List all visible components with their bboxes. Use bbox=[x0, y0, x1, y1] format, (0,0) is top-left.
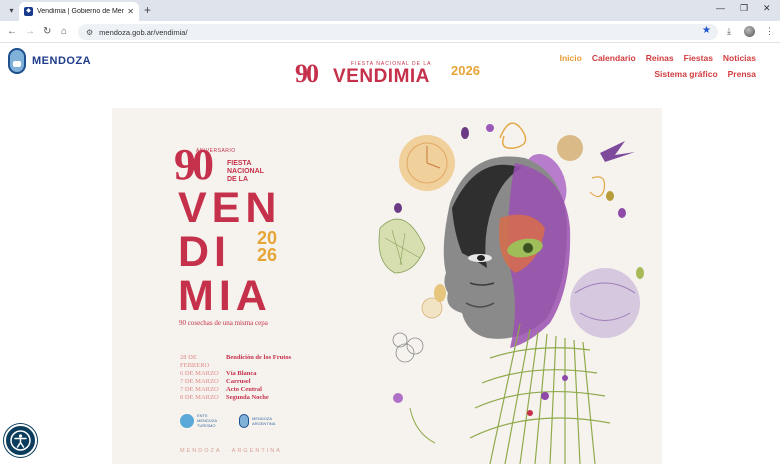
nav-link-calendario[interactable]: Calendario bbox=[592, 53, 636, 63]
event-name: Vía Blanca bbox=[226, 370, 257, 377]
browser-toolbar: ← → ↻ ⌂ ⚙ mendoza.gob.ar/vendimia/ ★ ⤓ ⋮ bbox=[0, 21, 780, 43]
poster-logos: ENTE MENDOZA TURISMO MENDOZA ARGENTINA bbox=[180, 413, 282, 428]
nav-link-fiestas[interactable]: Fiestas bbox=[684, 53, 713, 63]
favicon-icon: ◆ bbox=[24, 7, 33, 16]
vendimia-header-logo[interactable]: 90 FIESTA NACIONAL DE LA VENDIMIA 2026 bbox=[295, 57, 485, 91]
nav-link-inicio[interactable]: Inicio bbox=[560, 53, 582, 63]
download-icon[interactable]: ⤓ bbox=[727, 26, 731, 37]
nav-link-sistema-grafico[interactable]: Sistema gráfico bbox=[654, 69, 717, 79]
mendoza-shield-small-icon bbox=[239, 413, 249, 428]
event-item: 8 DE MARZO Segunda Noche bbox=[180, 394, 291, 402]
event-date: 7 DE MARZO bbox=[180, 378, 219, 385]
event-item: 7 DE MARZO Acto Central bbox=[180, 386, 291, 394]
vendimia-illustration bbox=[378, 122, 644, 464]
header-logo-year: 2026 bbox=[451, 63, 480, 78]
event-name: Acto Central bbox=[226, 386, 262, 393]
mendoza-gov-logo-text: MENDOZA ARGENTINA bbox=[252, 415, 276, 426]
nav-link-prensa[interactable]: Prensa bbox=[728, 69, 756, 79]
tab-vendimia[interactable]: ◆ Vendimia | Gobierno de Mendoza ✕ bbox=[19, 2, 139, 21]
header-logo-number: 90 bbox=[295, 59, 319, 88]
event-item: 7 DE MARZO Carrusel bbox=[180, 378, 291, 386]
poster-big-line: DI bbox=[178, 228, 231, 276]
address-bar[interactable]: ⚙ mendoza.gob.ar/vendimia/ ★ bbox=[78, 24, 718, 40]
site-info-icon[interactable]: ⚙ bbox=[86, 28, 93, 37]
new-tab-icon[interactable]: + bbox=[144, 3, 151, 17]
event-date: 28 DE FEBRERO bbox=[180, 354, 210, 369]
vendimia-poster: 90 ANIVERSARIO FIESTA NACIONAL DE LA VEN DI… bbox=[112, 108, 662, 464]
header-logo-word: VENDIMIA bbox=[333, 66, 430, 87]
nav-row-2: Sistema gráfico Prensa bbox=[556, 69, 756, 79]
poster-tagline: 90 cosechas de una misma cepa bbox=[179, 319, 268, 327]
turismo-logo-text: ENTE MENDOZA TURISMO bbox=[197, 413, 217, 428]
profile-avatar[interactable] bbox=[744, 26, 755, 37]
poster-fiesta-label: FIESTA NACIONAL DE LA bbox=[227, 160, 287, 184]
url-text: mendoza.gob.ar/vendimia/ bbox=[99, 27, 188, 37]
event-name: Bendición de los Frutos bbox=[226, 354, 292, 361]
nav-row-1: Inicio Calendario Reinas Fiestas Noticias bbox=[556, 53, 756, 63]
poster-fiesta-line: DE LA bbox=[227, 176, 248, 183]
event-name: Carrusel bbox=[226, 378, 251, 385]
poster-fiesta-line: FIESTA bbox=[227, 160, 252, 167]
turismo-logo: ENTE MENDOZA TURISMO bbox=[180, 413, 227, 428]
event-date: 6 DE MARZO bbox=[180, 370, 219, 377]
mendoza-logo-text: MENDOZA bbox=[32, 55, 92, 67]
event-item: 6 DE MARZO Vía Blanca bbox=[180, 370, 291, 378]
event-item: 28 DE FEBRERO Bendición de los Frutos bbox=[180, 354, 291, 370]
turismo-logo-icon bbox=[180, 413, 194, 428]
bookmark-star-icon[interactable]: ★ bbox=[702, 25, 711, 36]
poster-footer: MENDOZA · ARGENTINA bbox=[180, 448, 282, 454]
tab-search-icon[interactable]: ▾ bbox=[5, 4, 18, 17]
event-date: 8 DE MARZO bbox=[180, 394, 219, 401]
reload-icon[interactable]: ↻ bbox=[43, 26, 51, 38]
minimize-icon[interactable]: — bbox=[716, 3, 725, 13]
poster-aniversario: ANIVERSARIO bbox=[196, 148, 236, 154]
poster-fiesta-line: NACIONAL bbox=[227, 168, 264, 175]
window-close-icon[interactable]: ✕ bbox=[763, 3, 771, 14]
mendoza-shield-icon bbox=[8, 48, 26, 74]
main-nav: Inicio Calendario Reinas Fiestas Noticias Si… bbox=[556, 53, 756, 85]
tab-close-icon[interactable]: ✕ bbox=[127, 7, 134, 16]
poster-big-line: MIA bbox=[178, 272, 272, 320]
event-name: Segunda Noche bbox=[226, 394, 269, 401]
tab-strip: ▾ ◆ Vendimia | Gobierno de Mendoza ✕ + —… bbox=[0, 0, 780, 21]
mendoza-gov-logo: MENDOZA ARGENTINA bbox=[239, 413, 282, 428]
maximize-icon[interactable]: ❐ bbox=[740, 3, 748, 14]
back-icon[interactable]: ← bbox=[7, 26, 17, 38]
menu-icon[interactable]: ⋮ bbox=[765, 26, 774, 37]
accessibility-button[interactable] bbox=[4, 424, 37, 457]
poster-year: 20 26 bbox=[233, 229, 277, 265]
tab-title: Vendimia | Gobierno de Mendoza bbox=[37, 8, 125, 15]
event-date: 7 DE MARZO bbox=[180, 386, 219, 393]
poster-year-bottom: 26 bbox=[256, 245, 277, 265]
nav-link-reinas[interactable]: Reinas bbox=[646, 53, 674, 63]
event-list: 28 DE FEBRERO Bendición de los Frutos 6 DE… bbox=[180, 354, 291, 402]
forward-icon[interactable]: → bbox=[25, 26, 35, 38]
accessibility-icon bbox=[10, 430, 31, 451]
mendoza-logo[interactable]: MENDOZA bbox=[8, 48, 91, 74]
poster-big-line: VEN bbox=[178, 184, 282, 232]
nav-link-noticias[interactable]: Noticias bbox=[723, 53, 756, 63]
web-page: MENDOZA 90 FIESTA NACIONAL DE LA VENDIMI… bbox=[0, 43, 772, 464]
home-icon[interactable]: ⌂ bbox=[61, 26, 67, 38]
